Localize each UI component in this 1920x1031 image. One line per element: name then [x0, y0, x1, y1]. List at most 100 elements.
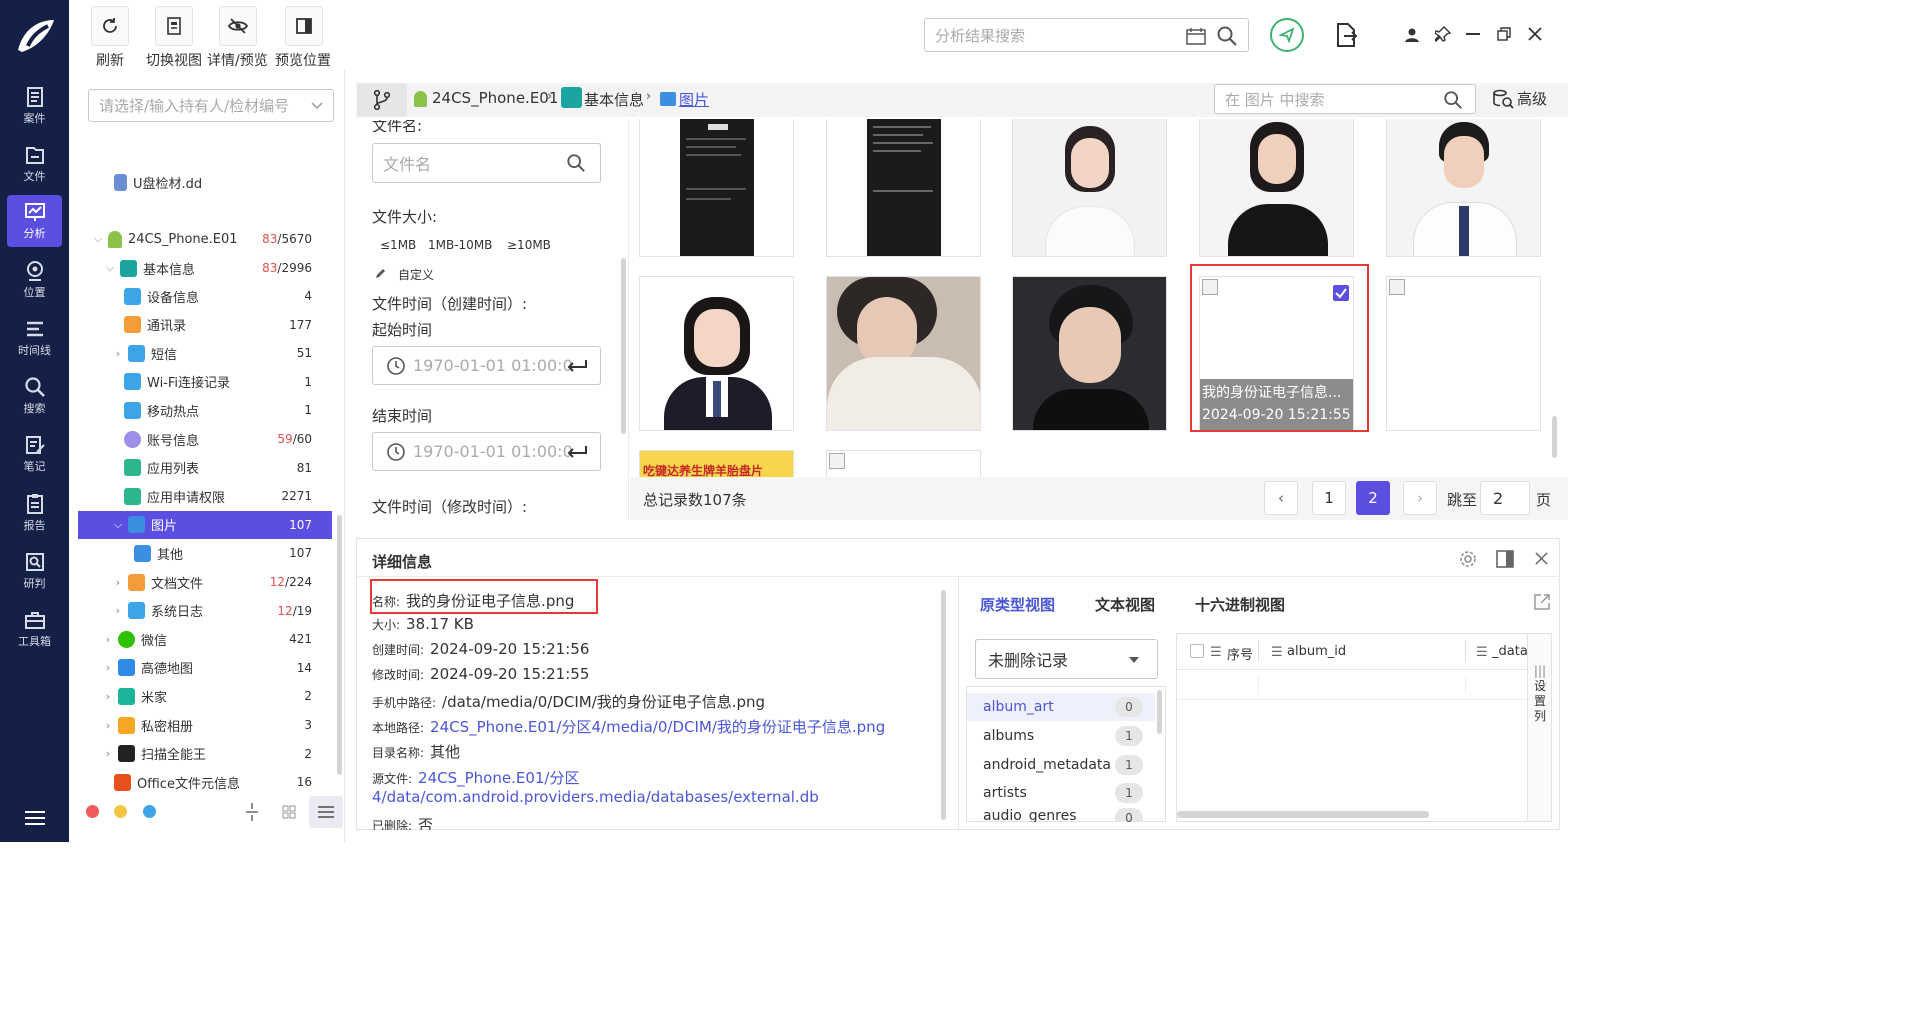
tree-item[interactable]: 账号信息 59/60 [78, 425, 332, 453]
picture-thumbnail[interactable] [826, 276, 981, 431]
collapse-icon[interactable] [245, 803, 259, 821]
nav-judge[interactable]: 研判 [7, 545, 62, 597]
nav-report[interactable]: 报告 [7, 487, 62, 539]
picture-search-input[interactable]: 在 图片 中搜索 [1214, 84, 1476, 114]
chevron-right-icon[interactable]: › [102, 747, 114, 760]
jump-page-input[interactable]: 2 [1480, 481, 1530, 515]
picture-thumbnail[interactable] [1012, 276, 1167, 431]
file-name-input[interactable]: 文件名 [372, 143, 601, 183]
red-dot-icon[interactable] [86, 805, 99, 818]
external-link-icon[interactable] [1533, 593, 1551, 611]
size-option-small[interactable]: ≤1MB [380, 238, 416, 252]
picture-thumbnail[interactable] [826, 450, 981, 477]
source-file-link[interactable]: 4/data/com.android.providers.media/datab… [372, 788, 819, 806]
page-button-1[interactable]: 1 [1312, 481, 1346, 515]
breadcrumb-basic[interactable]: 基本信息 [584, 89, 644, 110]
chevron-right-icon[interactable]: › [102, 661, 114, 674]
column-header[interactable]: _data [1492, 644, 1528, 659]
table-list-item[interactable]: albums 1 [967, 722, 1155, 750]
tree-item[interactable]: › 扫描全能王 2 [78, 740, 332, 768]
tree-item[interactable]: 设备信息 4 [78, 282, 332, 310]
switch-view-button[interactable] [155, 6, 193, 46]
status-ok-icon[interactable] [1270, 18, 1304, 52]
holder-select[interactable]: 请选择/输入持有人/检材编号 [88, 89, 334, 122]
tree-item[interactable]: › 文档文件 12/224 [78, 568, 332, 596]
detail-preview-button[interactable] [219, 6, 257, 46]
size-option-large[interactable]: ≥10MB [507, 238, 551, 252]
tab-hex-view[interactable]: 十六进制视图 [1195, 594, 1285, 615]
enter-icon[interactable] [566, 358, 588, 374]
source-file-link[interactable]: 24CS_Phone.E01/分区 [418, 769, 579, 787]
calendar-icon[interactable] [1186, 27, 1206, 45]
end-time-input[interactable]: 1970-01-01 01:00:0 [372, 432, 601, 471]
pin-icon[interactable] [1435, 26, 1451, 42]
chevron-right-icon[interactable]: › [112, 604, 124, 617]
advanced-search-button[interactable]: 高级 [1492, 88, 1547, 109]
tree-item[interactable]: › 米家 2 [78, 682, 332, 710]
table-list-item[interactable]: android_metadata 1 [967, 751, 1155, 779]
set-columns-button[interactable]: ||| 设置列 [1527, 634, 1551, 821]
picture-thumbnail[interactable] [639, 119, 794, 257]
tree-item-usb[interactable]: U盘检材.dd [78, 168, 332, 196]
column-header[interactable]: 序号 [1227, 644, 1253, 663]
search-icon[interactable] [1216, 25, 1238, 47]
picture-thumbnail[interactable] [639, 276, 794, 431]
minimize-icon[interactable] [1466, 33, 1480, 35]
nav-analysis[interactable]: 分析 [7, 195, 62, 247]
table-list-item[interactable]: audio_genres 0 [967, 808, 1155, 823]
chevron-down-icon[interactable]: ⌵ [112, 518, 124, 532]
chevron-right-icon[interactable]: › [112, 347, 124, 360]
panel-layout-icon[interactable] [1496, 550, 1514, 568]
list-view-button[interactable] [309, 796, 343, 828]
search-icon[interactable] [566, 153, 586, 173]
chevron-down-icon[interactable]: ⌵ [92, 232, 104, 246]
chevron-down-icon[interactable]: ⌵ [104, 261, 116, 275]
close-icon[interactable] [1534, 551, 1549, 566]
page-button-2[interactable]: 2 [1356, 481, 1390, 515]
picture-thumbnail[interactable] [1199, 119, 1354, 257]
gallery-scrollbar[interactable] [1552, 416, 1557, 458]
restore-icon[interactable] [1497, 27, 1511, 41]
tree-item[interactable]: › 高德地图 14 [78, 654, 332, 682]
tab-text-view[interactable]: 文本视图 [1095, 594, 1155, 615]
tree-item[interactable]: › 系统日志 12/19 [78, 597, 332, 625]
chevron-right-icon[interactable]: › [112, 576, 124, 589]
tree-item[interactable]: Office文件元信息 16 [78, 768, 332, 796]
tab-raw-view[interactable]: 原类型视图 [980, 594, 1055, 615]
tree-item[interactable]: 通讯录 177 [78, 311, 332, 339]
menu-icon[interactable] [24, 810, 46, 826]
picture-thumbnail[interactable] [1386, 276, 1541, 431]
tree-item-basic[interactable]: ⌵ 基本信息 83/2996 [78, 254, 332, 282]
nav-timeline[interactable]: 时间线 [7, 312, 62, 364]
size-custom[interactable]: 自定义 [398, 266, 434, 283]
tree-item[interactable]: ⌵ 图片 107 [78, 510, 332, 539]
start-time-input[interactable]: 1970-01-01 01:00:0 [372, 346, 601, 385]
nav-location[interactable]: 位置 [7, 254, 62, 306]
gear-icon[interactable] [1459, 550, 1477, 568]
prev-page-button[interactable]: ‹ [1264, 481, 1298, 515]
grid-view-icon[interactable] [282, 805, 296, 819]
detail-scrollbar[interactable] [941, 590, 946, 820]
tree-item[interactable]: Wi-Fi连接记录 1 [78, 368, 332, 396]
tree-item[interactable]: › 短信 51 [78, 339, 332, 367]
table-list-scrollbar[interactable] [1157, 690, 1162, 734]
tree-item[interactable]: 应用列表 81 [78, 454, 332, 482]
nav-case[interactable]: 案件 [7, 80, 62, 132]
blue-dot-icon[interactable] [143, 805, 156, 818]
tree-item-device[interactable]: ⌵ 24CS_Phone.E01 83/5670 [78, 225, 332, 253]
user-icon[interactable] [1404, 27, 1420, 43]
nav-note[interactable]: 笔记 [7, 428, 62, 480]
chevron-right-icon[interactable]: › [102, 690, 114, 703]
chevron-right-icon[interactable]: › [102, 719, 114, 732]
table-list-item[interactable]: artists 1 [967, 779, 1155, 807]
column-header[interactable]: album_id [1287, 644, 1346, 659]
tree-item[interactable]: 其他 107 [78, 539, 332, 567]
picture-thumbnail[interactable] [826, 119, 981, 257]
picture-thumbnail[interactable] [1012, 119, 1167, 257]
breadcrumb-device[interactable]: 24CS_Phone.E01 [432, 89, 558, 107]
tree-item[interactable]: 应用申请权限 2271 [78, 482, 332, 510]
refresh-button[interactable] [91, 6, 129, 46]
nav-file[interactable]: 文件 [7, 138, 62, 190]
tree-item[interactable]: › 微信 421 [78, 625, 332, 653]
branch-button[interactable] [357, 83, 407, 117]
